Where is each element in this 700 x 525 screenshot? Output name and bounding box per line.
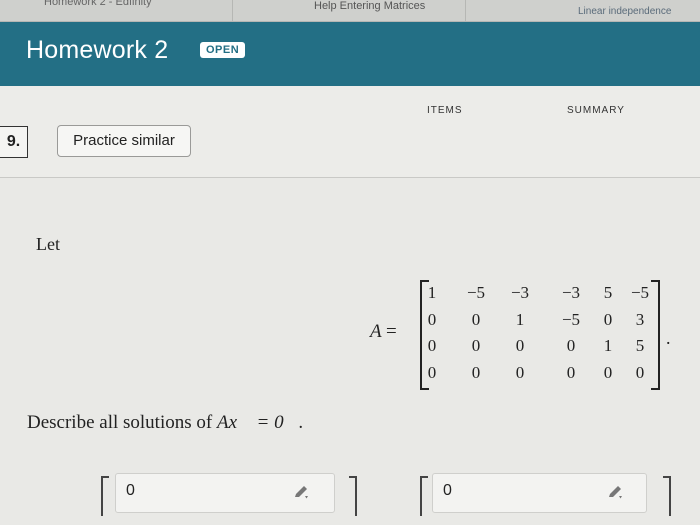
prompt-suffix: . xyxy=(298,412,304,433)
prompt-text: Describe all solutions of xyxy=(27,412,217,433)
matrix-cell: 0 xyxy=(635,363,645,382)
homework-title: Homework 2 xyxy=(26,36,169,64)
browser-tab-homework[interactable]: Homework 2 - Edfinity xyxy=(44,0,152,17)
answer-right-bracket xyxy=(663,476,671,516)
status-badge: OPEN xyxy=(200,42,246,58)
matrix-cell: 0 xyxy=(566,363,576,382)
matrix-cell: 5 xyxy=(635,336,645,355)
prompt-math: Ax⃗ = 0⃗ xyxy=(216,412,299,433)
answer-right-bracket xyxy=(349,476,357,516)
matrix-cell: −3 xyxy=(561,283,581,302)
app-header: Homework 2 OPEN xyxy=(0,22,700,86)
matrix-cell: −5 xyxy=(630,283,650,302)
view-tabs: ITEMS SUMMARY xyxy=(0,86,700,116)
problem-prompt: Describe all solutions of Ax⃗ = 0⃗. xyxy=(27,412,303,434)
problem-intro: Let xyxy=(36,234,60,254)
pencil-icon[interactable] xyxy=(606,483,624,501)
pencil-icon[interactable] xyxy=(292,483,310,501)
matrix-cell: 0 xyxy=(515,336,525,355)
matrix-cell: 0 xyxy=(471,310,481,329)
matrix-cell: 1 xyxy=(515,310,525,329)
matrix-cell: 0 xyxy=(427,336,437,355)
tab-separator xyxy=(465,0,466,22)
practice-similar-button[interactable]: Practice similar xyxy=(57,125,191,157)
matrix-cell: 0 xyxy=(427,310,437,329)
matrix-name: A xyxy=(370,321,382,342)
browser-tab-strip: Homework 2 - Edfinity Help Entering Matr… xyxy=(0,0,700,22)
matrix-cell: 1 xyxy=(427,283,437,302)
tab-separator xyxy=(232,0,233,22)
tab-summary[interactable]: SUMMARY xyxy=(567,104,625,114)
question-number: 9. xyxy=(0,126,28,158)
matrix-cell: −3 xyxy=(510,283,530,302)
matrix-cell: 0 xyxy=(566,336,576,355)
answer-left-bracket xyxy=(420,476,428,516)
matrix-cell: −5 xyxy=(466,283,486,302)
matrix-cell: 0 xyxy=(427,363,437,382)
question-header: 9. Practice similar xyxy=(0,116,700,178)
matrix-label: A = xyxy=(370,321,397,342)
matrix-cell: 0 xyxy=(471,363,481,382)
matrix-cell: 0 xyxy=(471,336,481,355)
matrix-cell: 0 xyxy=(515,363,525,382)
matrix-period: . xyxy=(666,328,671,348)
matrix-cell: 3 xyxy=(635,310,645,329)
matrix-cell: −5 xyxy=(561,310,581,329)
problem-content: Let A = 1 −5 −3 −3 5 −5 0 0 1 −5 0 3 0 0 0 0 1 5 0 0 0 0 0 0 . … xyxy=(0,178,700,525)
browser-tab-help-matrices[interactable]: Help Entering Matrices xyxy=(314,0,425,21)
answer-left-bracket xyxy=(101,476,109,516)
tab-items[interactable]: ITEMS xyxy=(427,104,463,114)
